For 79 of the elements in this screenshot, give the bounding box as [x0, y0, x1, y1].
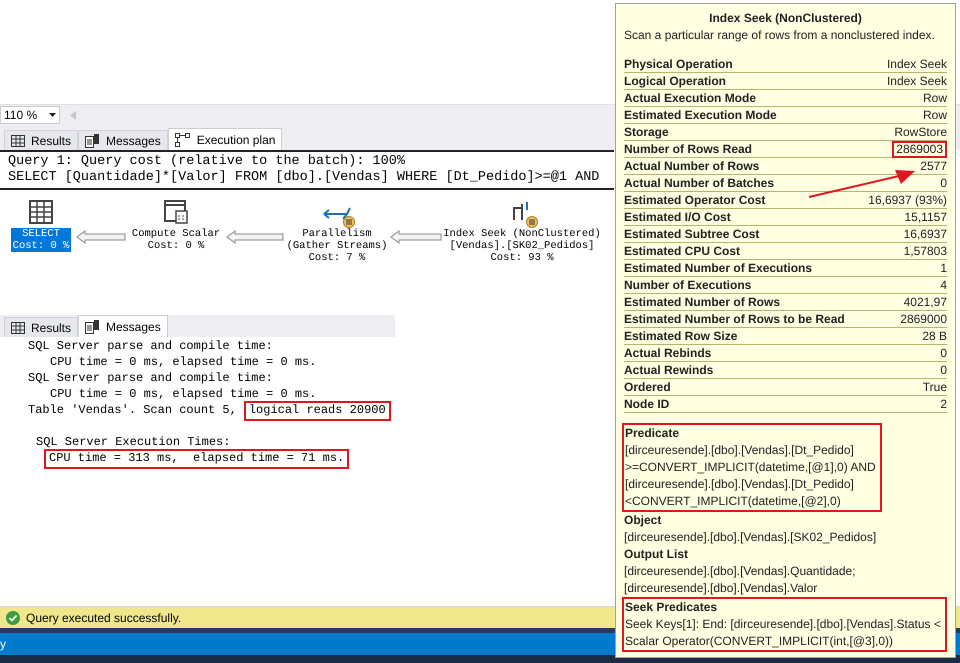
- section-text: Scalar Operator(CONVERT_IMPLICIT(int,[@3],0)): [625, 633, 894, 650]
- message-text: logical reads 20900: [244, 401, 391, 421]
- property-value: 0: [940, 345, 947, 362]
- property-label: Estimated Subtree Cost: [624, 226, 760, 243]
- zoom-dropdown[interactable]: 110 %: [0, 106, 60, 124]
- message-text: CPU time = 313 ms, elapsed time = 71 ms.: [44, 449, 350, 469]
- property-label: Actual Rebinds: [624, 345, 712, 362]
- property-label: Actual Number of Rows: [624, 158, 760, 175]
- property-label: Estimated Number of Executions: [624, 260, 812, 277]
- property-label: Number of Rows Read: [624, 141, 752, 158]
- property-label: Logical Operation: [624, 73, 726, 90]
- property-label: Physical Operation: [624, 56, 733, 73]
- property-value: RowStore: [894, 124, 947, 141]
- property-value: 16,6937 (93%): [868, 192, 947, 209]
- plan-node-label[interactable]: Parallelism (Gather Streams) Cost: 7 %: [284, 228, 390, 264]
- message-text: SQL Server parse and compile time:: [28, 371, 273, 387]
- property-value: True: [922, 379, 947, 396]
- section-text: >=CONVERT_IMPLICIT(datetime,[@1],0) AND: [625, 459, 876, 476]
- property-value: 1,57803: [904, 243, 947, 260]
- plan-node-label[interactable]: Compute Scalar Cost: 0 %: [130, 228, 222, 252]
- property-value: 4: [940, 277, 947, 294]
- message-text: CPU time = 0 ms, elapsed time = 0 ms.: [50, 355, 316, 371]
- property-label: Node ID: [624, 396, 670, 413]
- property-value: 2869003: [892, 140, 947, 158]
- section-heading: Seek Predicates: [625, 599, 718, 616]
- property-value: 4021,97: [904, 294, 947, 311]
- property-value: 2577: [920, 158, 947, 175]
- status-bar-text: y: [0, 636, 6, 653]
- property-label: Estimated Number of Rows to be Read: [624, 311, 845, 328]
- property-label: Estimated Execution Mode: [624, 107, 777, 124]
- section-heading: Predicate: [625, 425, 680, 442]
- property-label: Estimated I/O Cost: [624, 209, 731, 226]
- property-label: Number of Executions: [624, 277, 752, 294]
- result-tab[interactable]: Execution plan: [168, 128, 282, 150]
- property-value: 16,6937: [904, 226, 947, 243]
- section-text: [dirceuresende].[dbo].[Vendas].Quantidade;: [624, 563, 856, 580]
- message-text: SQL Server Execution Times:: [36, 435, 230, 451]
- property-label: Estimated Row Size: [624, 328, 738, 345]
- property-value: 0: [940, 175, 947, 192]
- message-text: Table 'Vendas'. Scan count 5,: [28, 403, 237, 419]
- property-value: 28 B: [922, 328, 947, 345]
- section-text: [dirceuresende].[dbo].[Vendas].[Dt_Pedido]: [625, 442, 854, 459]
- section-text: [dirceuresende].[dbo].[Vendas].[Dt_Pedido]: [625, 476, 854, 493]
- query-cost-text: Query 1: Query cost (relative to the batch): 100%: [8, 154, 405, 170]
- section-heading: Output List: [624, 546, 688, 563]
- section-text: [dirceuresende].[dbo].[Vendas].[SK02_Pedidos]: [624, 529, 876, 546]
- property-label: Storage: [624, 124, 669, 141]
- property-value: 2869000: [900, 311, 947, 328]
- tooltip-description: Scan a particular range of rows from a nonclustered index.: [624, 27, 936, 44]
- status-text: Query executed successfully.: [26, 610, 182, 626]
- property-value: 15,1157: [904, 209, 947, 226]
- plan-node-label[interactable]: Index Seek (NonClustered) [Vendas].[SK02_Pedidos] Cost: 93 %: [441, 228, 603, 264]
- property-value: Index Seek: [886, 56, 947, 73]
- result-tab[interactable]: Messages: [78, 315, 168, 337]
- property-label: Actual Number of Batches: [624, 175, 774, 192]
- result-tab[interactable]: Messages: [78, 130, 168, 150]
- property-value: Row: [922, 107, 947, 124]
- section-text: <CONVERT_IMPLICIT(datetime,[@2],0): [625, 493, 841, 510]
- result-tab[interactable]: Results: [4, 317, 78, 337]
- result-tab[interactable]: Results: [4, 130, 78, 150]
- message-text: CPU time = 0 ms, elapsed time = 0 ms.: [50, 387, 316, 403]
- plan-node-label[interactable]: SELECT Cost: 0 %: [10, 228, 72, 252]
- section-heading: Object: [624, 512, 662, 529]
- property-label: Estimated Number of Rows: [624, 294, 780, 311]
- property-label: Estimated Operator Cost: [624, 192, 766, 209]
- tooltip-title: Index Seek (NonClustered): [708, 10, 863, 27]
- property-value: 2: [940, 396, 947, 413]
- property-label: Actual Rewinds: [624, 362, 714, 379]
- property-label: Ordered: [624, 379, 671, 396]
- section-text: [dirceuresende].[dbo].[Vendas].Valor: [624, 580, 818, 597]
- query-statement: SELECT [Quantidade]*[Valor] FROM [dbo].[Vendas] WHERE [Dt_Pedido]>=@1 AND: [8, 170, 600, 186]
- property-value: 1: [940, 260, 947, 277]
- property-value: Index Seek: [886, 73, 947, 90]
- message-text: SQL Server parse and compile time:: [28, 339, 273, 355]
- section-text: Seek Keys[1]: End: [dirceuresende].[dbo].[Vendas].Status <: [625, 616, 941, 633]
- property-label: Estimated CPU Cost: [624, 243, 740, 260]
- property-label: Actual Execution Mode: [624, 90, 756, 107]
- property-value: 0: [940, 362, 947, 379]
- property-value: Row: [922, 90, 947, 107]
